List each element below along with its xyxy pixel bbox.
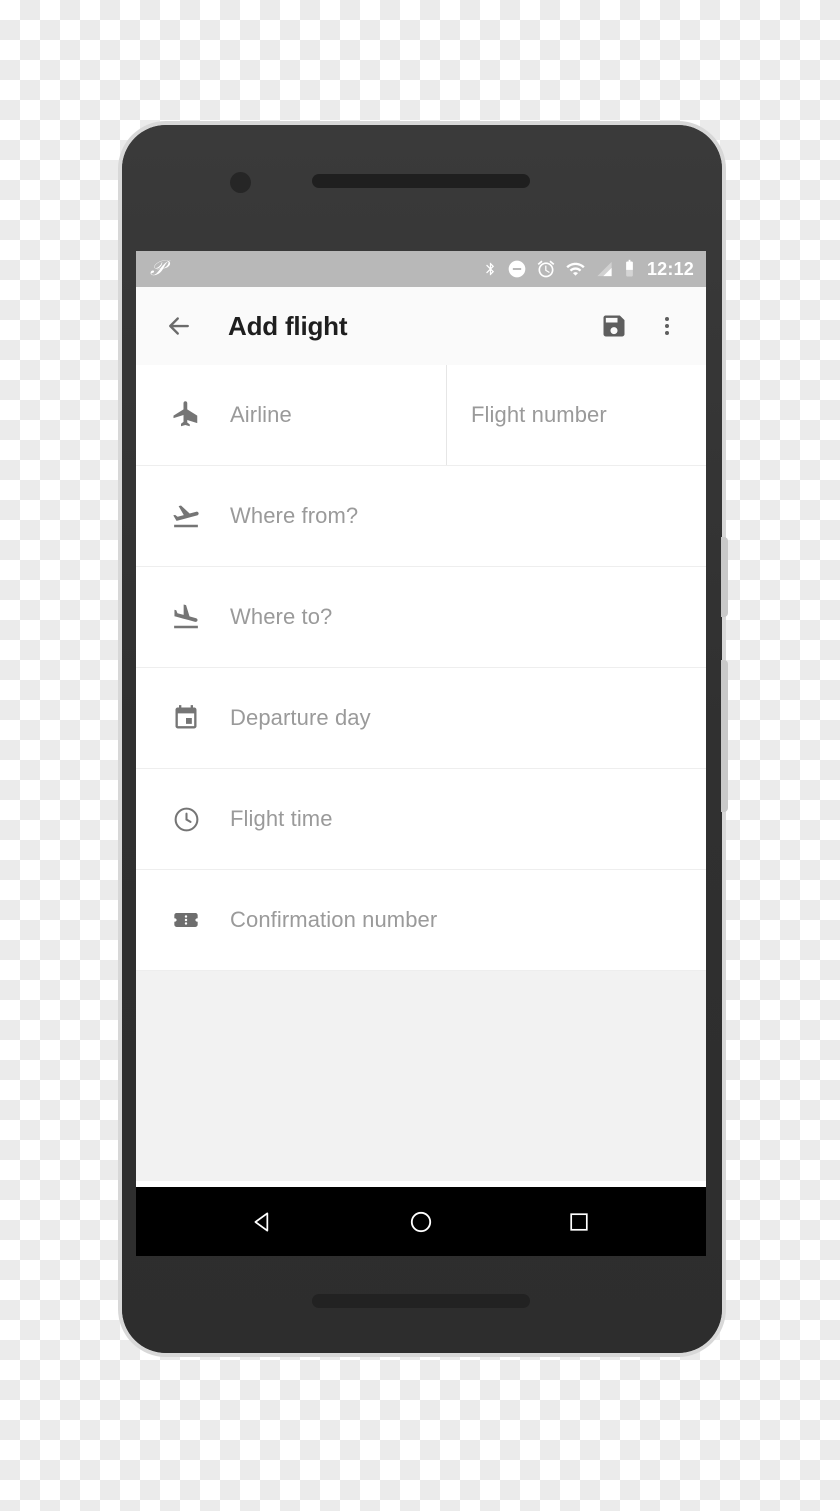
- flight-land-icon-wrap: [136, 602, 230, 632]
- flight-number-placeholder: Flight number: [471, 402, 607, 427]
- back-arrow-icon: [169, 317, 189, 335]
- bottom-speaker-icon: [312, 1294, 530, 1308]
- app-notification-p-icon: 𝒫: [150, 255, 166, 280]
- form-row-confirmation[interactable]: Confirmation number: [136, 870, 706, 971]
- airplane-icon-wrap: [136, 400, 230, 430]
- airline-placeholder: Airline: [230, 402, 292, 427]
- status-bar-system-icons: 12:12: [483, 259, 694, 280]
- form-row-destination[interactable]: Where to?: [136, 567, 706, 668]
- nav-back-triangle-icon: [254, 1211, 269, 1232]
- page-title: Add flight: [228, 310, 348, 341]
- airplane-icon: [173, 401, 198, 427]
- form-row-departure-day[interactable]: Departure day: [136, 668, 706, 769]
- flight-takeoff-icon-wrap: [136, 501, 230, 531]
- status-bar-notifications: 𝒫: [150, 255, 483, 280]
- nav-recents-square-icon: [570, 1212, 588, 1231]
- confirmation-placeholder: Confirmation number: [230, 907, 438, 932]
- status-bar-clock: 12:12: [646, 258, 694, 279]
- nav-recents-button[interactable]: [553, 1196, 605, 1248]
- do-not-disturb-icon: [508, 260, 526, 278]
- flight-takeoff-icon: [173, 505, 199, 528]
- origin-placeholder: Where from?: [230, 503, 359, 528]
- clock-icon-wrap: [136, 805, 230, 834]
- empty-form-area: [136, 971, 706, 1181]
- status-bar: 𝒫 12:12: [136, 251, 706, 287]
- confirmation-ticket-icon-wrap: [136, 906, 230, 934]
- alarm-icon: [537, 260, 555, 278]
- phone-screen: 𝒫 12:12 Add flight Airline Flight number…: [136, 251, 706, 1256]
- app-bar: Add flight: [136, 287, 706, 365]
- calendar-icon: [175, 705, 197, 729]
- phone-device: 𝒫 12:12 Add flight Airline Flight number…: [122, 125, 728, 1353]
- clock-icon: [174, 807, 198, 831]
- save-button[interactable]: [594, 306, 634, 346]
- flight-form: Airline Flight number Where from? Where …: [136, 365, 706, 971]
- back-button[interactable]: [162, 309, 196, 343]
- battery-icon: [626, 259, 633, 277]
- form-row-origin[interactable]: Where from?: [136, 466, 706, 567]
- nav-back-button[interactable]: [237, 1196, 289, 1248]
- departure-day-placeholder: Departure day: [230, 705, 371, 730]
- form-row-airline: Airline Flight number: [136, 365, 706, 466]
- calendar-icon-wrap: [136, 704, 230, 732]
- airline-field[interactable]: Airline: [136, 365, 447, 465]
- confirmation-ticket-icon: [174, 913, 198, 927]
- nav-home-button[interactable]: [395, 1196, 447, 1248]
- save-floppy-icon: [603, 315, 625, 337]
- flight-time-placeholder: Flight time: [230, 806, 333, 831]
- earpiece-speaker-icon: [312, 174, 530, 188]
- cellular-signal-icon: [597, 261, 612, 277]
- destination-placeholder: Where to?: [230, 604, 333, 629]
- overflow-menu-icon: [665, 317, 669, 335]
- flight-land-icon: [174, 604, 198, 629]
- overflow-menu-button[interactable]: [650, 306, 684, 346]
- nav-home-circle-icon: [410, 1211, 432, 1232]
- wifi-icon: [566, 262, 585, 276]
- volume-rocker-button[interactable]: [721, 660, 728, 812]
- form-row-flight-time[interactable]: Flight time: [136, 769, 706, 870]
- android-navigation-bar: [136, 1187, 706, 1256]
- flight-number-field[interactable]: Flight number: [447, 365, 706, 465]
- camera-dot-icon: [230, 172, 251, 193]
- power-button[interactable]: [721, 537, 728, 617]
- bluetooth-icon: [486, 262, 495, 276]
